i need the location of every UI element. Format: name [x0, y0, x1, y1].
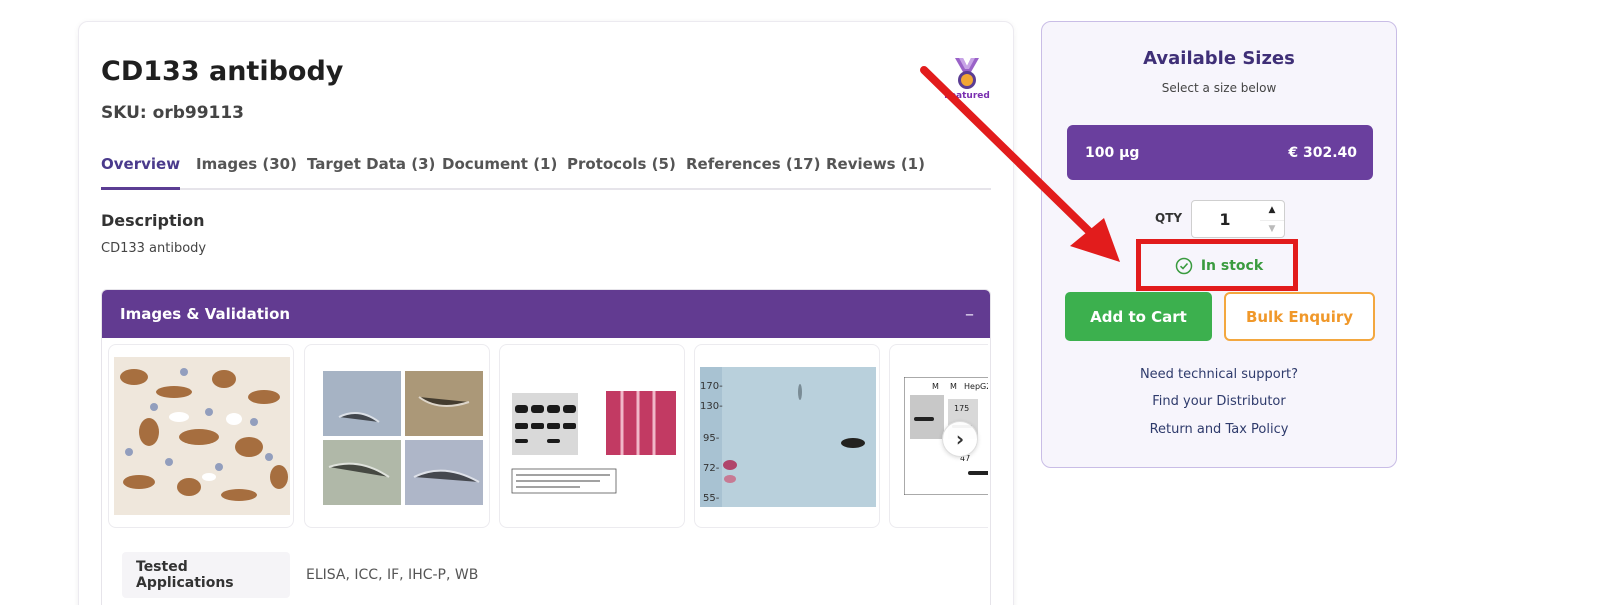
tab-references[interactable]: References (17) — [686, 154, 820, 190]
find-distributor-link[interactable]: Find your Distributor — [1042, 394, 1396, 409]
svg-text:175: 175 — [954, 404, 969, 413]
images-validation-panel: Images & Validation – 170- 130- 95- 72- … — [101, 289, 991, 605]
tab-overview[interactable]: Overview — [101, 154, 181, 190]
image-carousel: 170- 130- 95- 72- 55- M M HepG2 175 47 › — [108, 344, 988, 529]
quantity-input[interactable] — [1192, 201, 1258, 237]
bulk-enquiry-button[interactable]: Bulk Enquiry — [1224, 292, 1375, 341]
annotation-arrow-icon — [920, 66, 1120, 262]
description-heading: Description — [101, 211, 205, 230]
images-validation-header[interactable]: Images & Validation – — [102, 290, 990, 338]
return-tax-policy-link[interactable]: Return and Tax Policy — [1042, 422, 1396, 437]
product-sku: SKU: orb99113 — [101, 103, 245, 123]
tab-target-data[interactable]: Target Data (3) — [307, 154, 435, 190]
svg-text:M: M — [950, 382, 957, 391]
annotation-highlight-box — [1136, 239, 1298, 291]
qty-increment-icon[interactable]: ▲ — [1260, 202, 1284, 219]
tab-protocols[interactable]: Protocols (5) — [567, 154, 676, 190]
svg-text:55-: 55- — [703, 493, 720, 504]
size-option-price: € 302.40 — [1288, 144, 1357, 161]
svg-text:130-: 130- — [700, 401, 723, 412]
carousel-next-button[interactable]: › — [942, 421, 978, 457]
product-card: CD133 antibody SKU: orb99113 Featured Ov… — [78, 21, 1014, 605]
tested-applications-label: Tested Applications — [122, 552, 290, 598]
svg-text:170-: 170- — [700, 381, 723, 392]
quantity-stepper: ▲ ▼ — [1191, 200, 1285, 238]
svg-text:72-: 72- — [703, 463, 720, 474]
collapse-icon[interactable]: – — [965, 304, 974, 325]
image-thumbnail-western-blot[interactable] — [499, 344, 685, 528]
image-thumbnail-ihc-panels[interactable] — [304, 344, 490, 528]
qty-label: QTY — [1155, 211, 1183, 225]
images-validation-title: Images & Validation — [120, 305, 291, 323]
image-thumbnail-membrane-blot[interactable]: 170- 130- 95- 72- 55- — [694, 344, 880, 528]
svg-text:95-: 95- — [703, 433, 720, 444]
add-to-cart-button[interactable]: Add to Cart — [1065, 292, 1212, 341]
svg-text:M: M — [932, 382, 939, 391]
description-text: CD133 antibody — [101, 241, 207, 256]
tab-document[interactable]: Document (1) — [442, 154, 557, 190]
tested-applications-value: ELISA, ICC, IF, IHC-P, WB — [306, 567, 479, 583]
tab-images[interactable]: Images (30) — [196, 154, 297, 190]
svg-text:HepG2: HepG2 — [964, 382, 988, 391]
qty-decrement-icon[interactable]: ▼ — [1260, 220, 1284, 237]
chevron-right-icon: › — [955, 427, 965, 451]
image-thumbnail-ihc[interactable] — [108, 344, 294, 528]
product-title: CD133 antibody — [101, 56, 344, 87]
technical-support-link[interactable]: Need technical support? — [1042, 367, 1396, 382]
product-tabs: Overview Images (30) Target Data (3) Doc… — [101, 154, 991, 190]
